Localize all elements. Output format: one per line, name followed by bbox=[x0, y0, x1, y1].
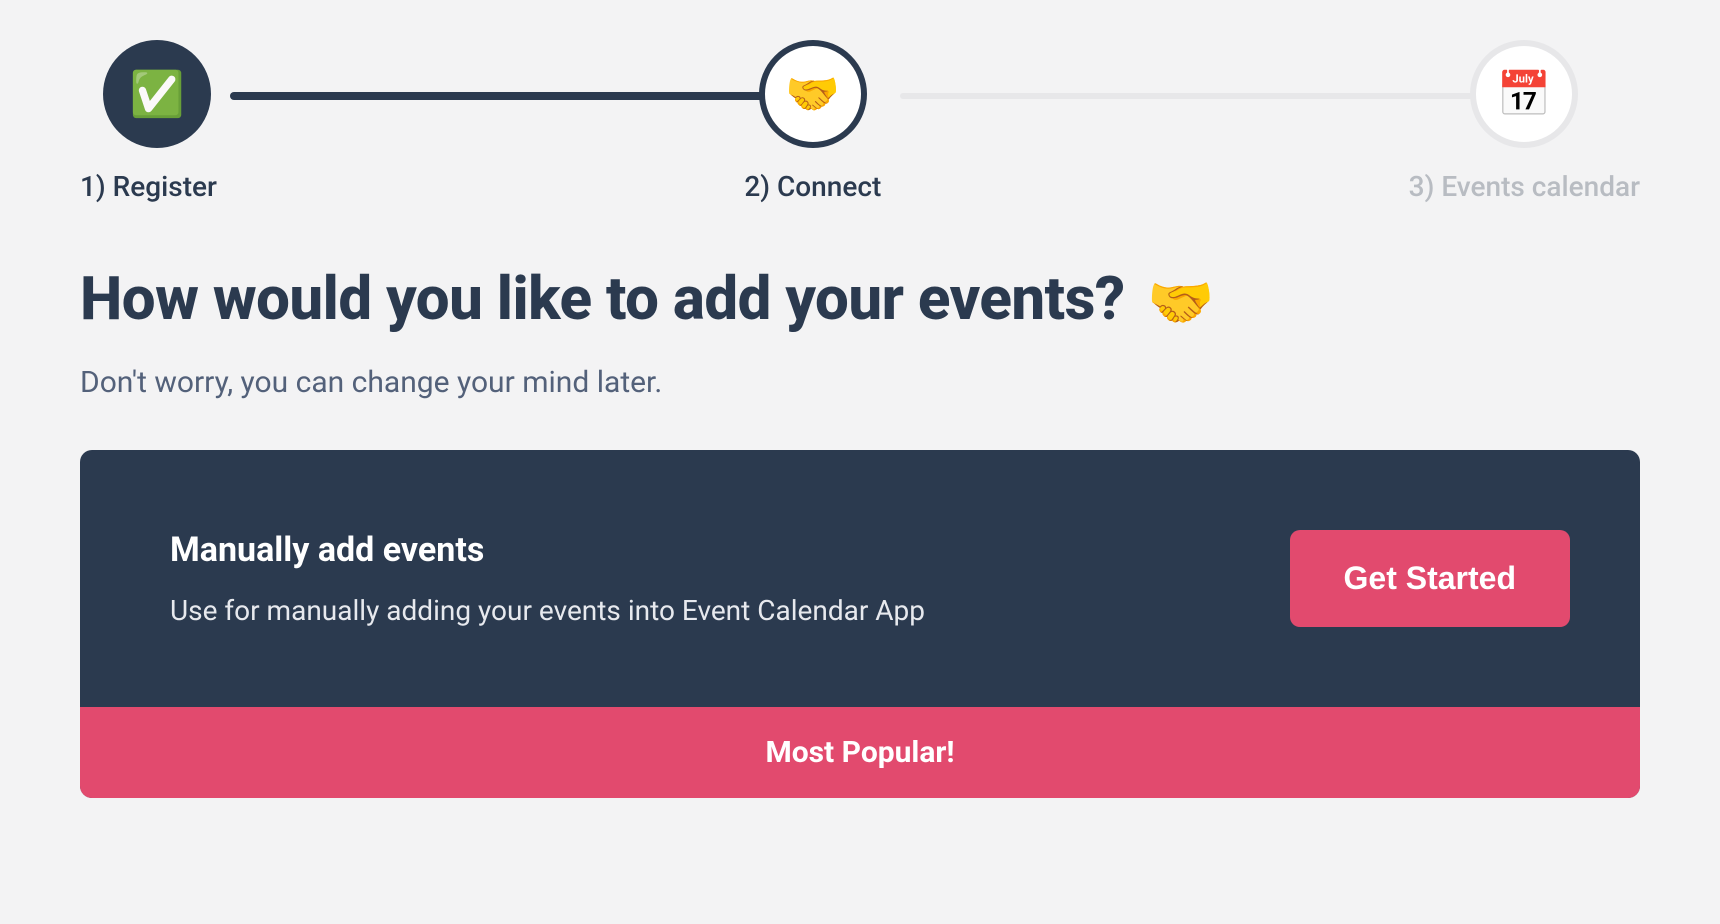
step-register-circle: ✅ bbox=[103, 40, 211, 148]
step-events-circle: 📅 bbox=[1470, 40, 1578, 148]
get-started-button[interactable]: Get Started bbox=[1290, 530, 1570, 627]
step-connect-label: 2) Connect bbox=[744, 170, 881, 203]
handshake-icon: 🤝 bbox=[1147, 272, 1214, 335]
calendar-icon: 📅 bbox=[1497, 68, 1552, 120]
step-events-label: 3) Events calendar bbox=[1409, 170, 1640, 203]
onboarding-page: ✅ 1) Register 🤝 2) Connect 📅 3) Events c… bbox=[0, 0, 1720, 798]
option-card-description: Use for manually adding your events into… bbox=[170, 594, 925, 627]
most-popular-badge: Most Popular! bbox=[80, 707, 1640, 798]
option-card-body: Manually add events Use for manually add… bbox=[80, 450, 1640, 707]
page-title-text: How would you like to add your events? bbox=[80, 263, 1125, 334]
option-card-manual: Manually add events Use for manually add… bbox=[80, 450, 1640, 798]
page-title: How would you like to add your events? 🤝 bbox=[80, 263, 1640, 335]
step-register: ✅ 1) Register bbox=[80, 40, 217, 203]
step-connect-circle: 🤝 bbox=[759, 40, 867, 148]
stepper-connector-2 bbox=[900, 93, 1480, 99]
option-card-title: Manually add events bbox=[170, 530, 925, 570]
option-card-text: Manually add events Use for manually add… bbox=[170, 530, 925, 627]
step-connect: 🤝 2) Connect bbox=[744, 40, 881, 203]
checkmark-icon: ✅ bbox=[130, 68, 185, 120]
handshake-icon: 🤝 bbox=[785, 68, 840, 120]
stepper: ✅ 1) Register 🤝 2) Connect 📅 3) Events c… bbox=[80, 40, 1640, 203]
step-events-calendar: 📅 3) Events calendar bbox=[1409, 40, 1640, 203]
page-subtitle: Don't worry, you can change your mind la… bbox=[80, 365, 1640, 400]
step-register-label: 1) Register bbox=[80, 170, 217, 203]
